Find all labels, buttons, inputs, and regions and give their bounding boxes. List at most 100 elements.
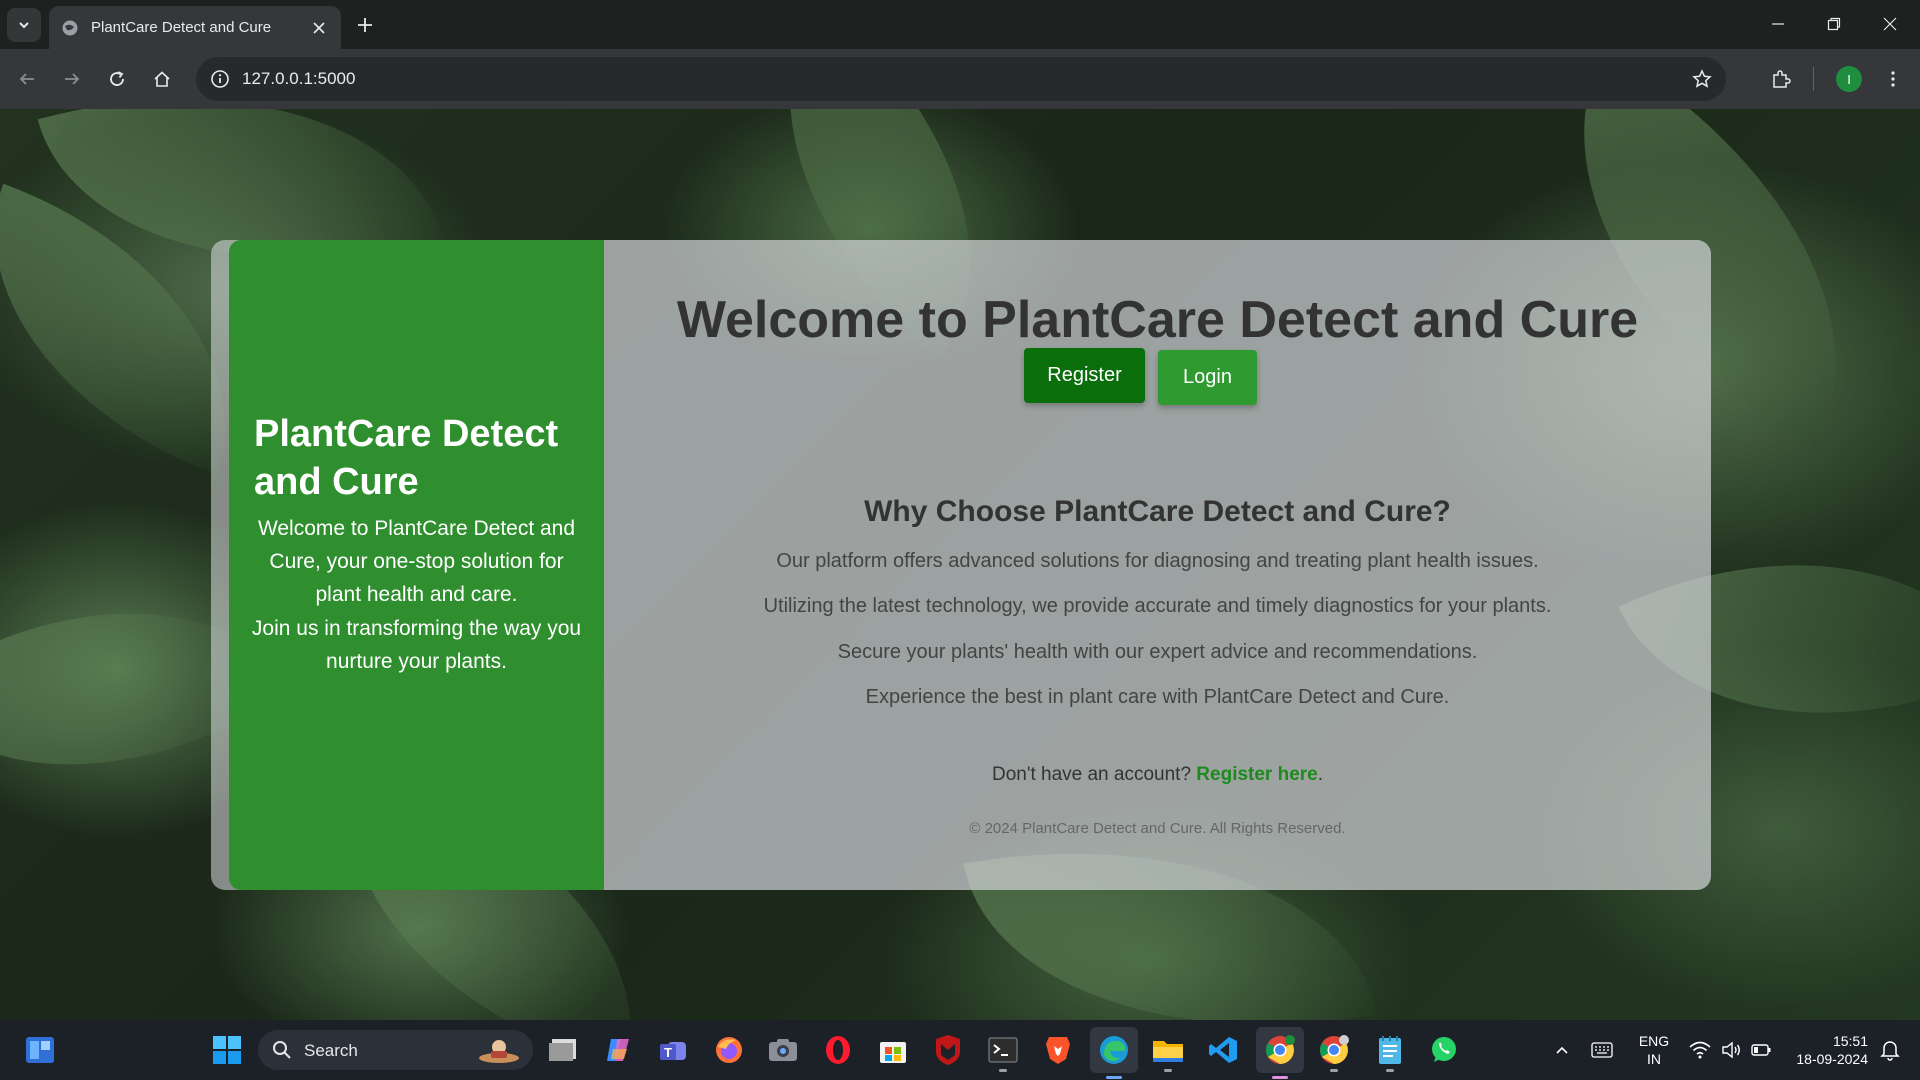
running-indicator <box>1330 1069 1338 1072</box>
taskbar-app-whatsapp[interactable] <box>1428 1034 1460 1066</box>
toolbar-divider <box>1813 67 1814 91</box>
more-vertical-icon <box>1891 71 1895 87</box>
file-explorer-icon <box>549 1039 576 1061</box>
sidebar-join-text: Join us in transforming the way you nurt… <box>251 617 582 673</box>
taskbar-app-mcafee[interactable] <box>932 1034 964 1066</box>
forward-button[interactable] <box>55 62 89 96</box>
new-tab-button[interactable] <box>350 10 380 40</box>
taskbar-app-file-explorer[interactable] <box>548 1034 580 1066</box>
taskbar-app-opera[interactable] <box>822 1034 854 1066</box>
taskbar-app-edge[interactable] <box>1090 1027 1138 1079</box>
taskbar-app-terminal[interactable] <box>987 1034 1019 1072</box>
register-here-link[interactable]: Register here <box>1196 764 1317 785</box>
widgets-icon <box>26 1037 54 1063</box>
profile-avatar[interactable]: I <box>1836 66 1862 92</box>
taskbar-app-chrome[interactable] <box>1256 1027 1304 1079</box>
brave-icon <box>1046 1037 1070 1064</box>
extensions-button[interactable] <box>1764 62 1798 96</box>
restore-button[interactable] <box>1806 0 1862 48</box>
main-content: Welcome to PlantCare Detect and Cure Reg… <box>604 240 1711 890</box>
close-window-button[interactable] <box>1862 0 1918 48</box>
arrow-right-icon <box>65 73 80 85</box>
account-prompt-text: Don't have an account? <box>991 764 1192 785</box>
footer-copyright: © 2024 PlantCare Detect and Cure. All Ri… <box>969 820 1346 837</box>
url-text[interactable]: 127.0.0.1:5000 <box>242 69 355 89</box>
teams-icon: T <box>660 1042 686 1060</box>
bookmark-star-icon[interactable] <box>1690 67 1714 91</box>
puzzle-icon <box>1773 70 1791 88</box>
browser-tab[interactable]: PlantCare Detect and Cure <box>49 6 341 49</box>
windows-start-icon <box>213 1036 241 1064</box>
taskbar-app-teams[interactable]: T <box>657 1034 689 1066</box>
copilot-icon <box>607 1039 629 1061</box>
taskbar-app-folder[interactable] <box>1152 1034 1184 1072</box>
reload-button[interactable] <box>100 62 134 96</box>
taskbar-app-chrome-profile[interactable] <box>1318 1034 1350 1072</box>
svg-text:T: T <box>664 1045 672 1060</box>
clock[interactable]: 15:51 18-09-2024 <box>1780 1032 1876 1068</box>
home-button[interactable] <box>145 62 179 96</box>
chrome-profile-icon <box>1320 1035 1349 1064</box>
opera-icon <box>826 1036 850 1064</box>
running-indicator <box>1164 1069 1172 1072</box>
search-highlight-icon <box>479 1040 519 1063</box>
firefox-icon <box>716 1037 742 1063</box>
battery-icon <box>1751 1044 1771 1056</box>
volume-icon <box>1722 1041 1740 1059</box>
chevron-down-icon <box>19 22 29 29</box>
browser-menu-button[interactable] <box>1876 62 1910 96</box>
brand-sidebar: PlantCare Detect and Cure Welcome to Pla… <box>229 240 604 890</box>
taskbar: Search T ENG IN 15:51 18-09-2024 <box>0 1020 1920 1080</box>
show-hidden-icons-button[interactable] <box>1546 1034 1578 1066</box>
notifications-button[interactable] <box>1874 1034 1906 1066</box>
taskbar-app-firefox[interactable] <box>713 1034 745 1066</box>
active-indicator <box>1272 1076 1288 1079</box>
keyboard-icon <box>1591 1042 1613 1058</box>
taskbar-search[interactable]: Search <box>258 1030 533 1070</box>
input-language[interactable]: ENG IN <box>1634 1032 1674 1068</box>
chrome-icon <box>1266 1035 1295 1064</box>
close-tab-icon[interactable] <box>309 18 329 38</box>
clock-date: 18-09-2024 <box>1796 1051 1868 1067</box>
account-prompt: Don't have an account? Register here. <box>604 764 1711 786</box>
running-indicator <box>999 1069 1007 1072</box>
reload-icon <box>110 71 124 86</box>
account-prompt-suffix: . <box>1317 764 1324 785</box>
minimize-button[interactable] <box>1750 0 1806 48</box>
site-info-icon[interactable] <box>208 67 232 91</box>
folder-icon <box>1153 1041 1183 1062</box>
notification-bell-icon <box>1880 1041 1900 1061</box>
welcome-card: PlantCare Detect and Cure Welcome to Pla… <box>211 240 1711 890</box>
quick-settings-button[interactable] <box>1680 1034 1780 1066</box>
whatsapp-icon <box>1432 1037 1456 1062</box>
taskbar-app-microsoft-store[interactable] <box>877 1034 909 1066</box>
plus-icon <box>358 18 372 32</box>
camera-icon <box>769 1039 797 1061</box>
arrow-left-icon <box>19 73 34 85</box>
feature-point: Secure your plants' health with our expe… <box>837 641 1478 663</box>
taskbar-app-vscode[interactable] <box>1207 1034 1239 1066</box>
clock-time: 15:51 <box>1832 1033 1868 1049</box>
login-button[interactable]: Login <box>1158 350 1257 405</box>
tab-search-button[interactable] <box>7 8 41 42</box>
address-bar[interactable]: 127.0.0.1:5000 <box>196 57 1726 101</box>
taskbar-app-notepad[interactable] <box>1374 1034 1406 1072</box>
taskbar-app-brave[interactable] <box>1042 1034 1074 1066</box>
taskbar-app-copilot[interactable] <box>602 1034 634 1066</box>
touch-keyboard-button[interactable] <box>1586 1034 1618 1066</box>
vscode-icon <box>1209 1037 1237 1063</box>
back-button[interactable] <box>10 62 44 96</box>
notepad-icon <box>1379 1036 1401 1064</box>
widgets-button[interactable] <box>24 1034 56 1066</box>
restore-icon <box>1827 17 1841 31</box>
taskbar-app-camera[interactable] <box>767 1034 799 1066</box>
close-icon <box>1883 17 1897 31</box>
start-button[interactable] <box>211 1034 243 1066</box>
search-placeholder: Search <box>304 1041 358 1060</box>
feature-point: Our platform offers advanced solutions f… <box>776 550 1539 572</box>
globe-icon <box>61 19 79 37</box>
feature-point: Utilizing the latest technology, we prov… <box>763 595 1552 617</box>
page-viewport: PlantCare Detect and Cure Welcome to Pla… <box>0 109 1920 1020</box>
register-button[interactable]: Register <box>1024 348 1145 403</box>
sidebar-intro: Welcome to PlantCare Detect and Cure, yo… <box>257 517 576 606</box>
